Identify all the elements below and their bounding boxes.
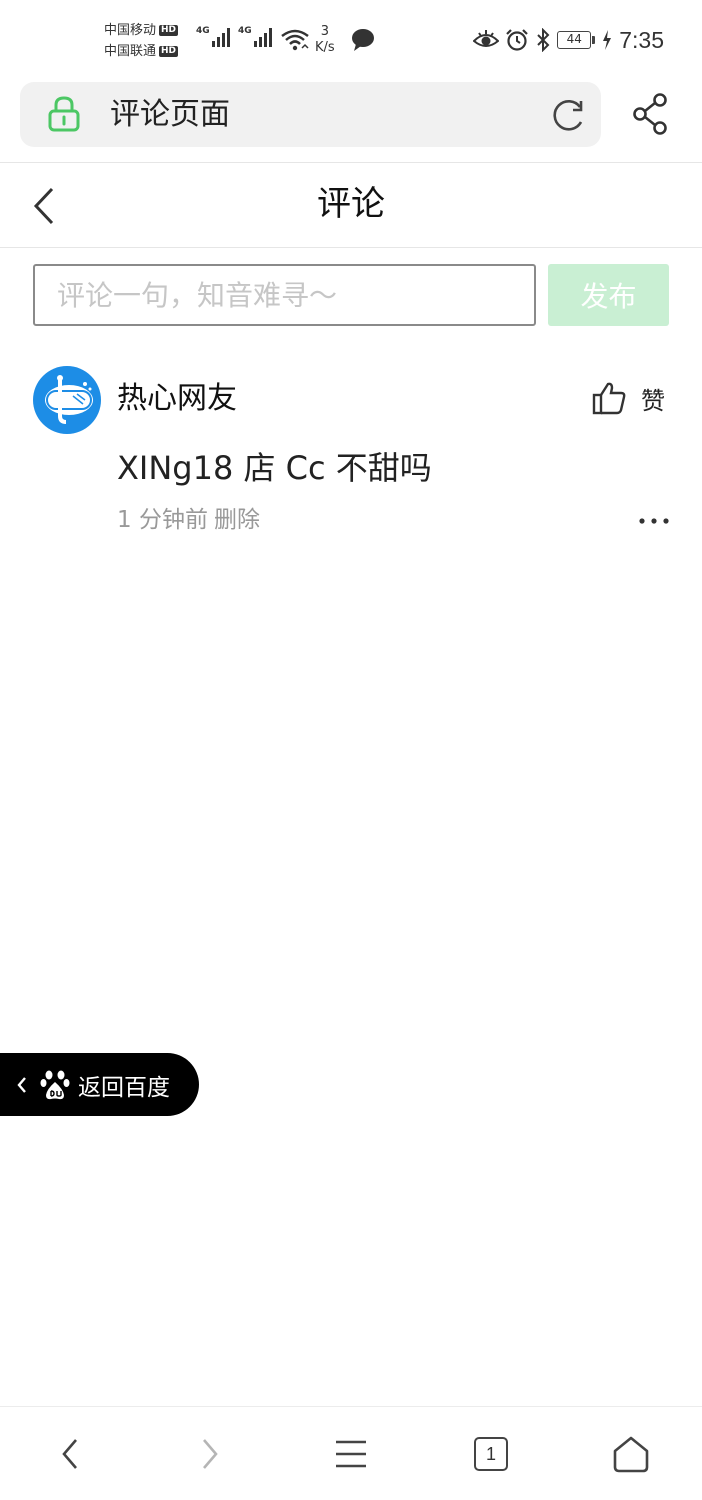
delete-link[interactable]: 删除 — [214, 507, 260, 533]
charging-icon — [603, 30, 612, 50]
tab-count: 1 — [474, 1437, 508, 1471]
comment-text: XINg18 店 Cc 不甜吗 — [117, 449, 432, 487]
net-speed-unit: K/s — [315, 40, 335, 55]
header-divider — [0, 247, 702, 248]
bottom-nav-bar: 1 — [0, 1406, 702, 1500]
status-bar: 中国移动 HD 中国联通 HD 4G 4G 3 K/s 44 7:35 — [0, 0, 702, 78]
reload-icon[interactable] — [550, 97, 588, 133]
avatar-snorkel-icon — [45, 375, 93, 424]
menu-icon — [336, 1440, 366, 1468]
page-title: 评论 — [317, 184, 385, 224]
comment-time: 1 分钟前 — [117, 507, 208, 533]
signal-icon — [211, 28, 230, 47]
network-type-2: 4G — [238, 26, 252, 36]
like-label: 赞 — [641, 386, 665, 415]
address-divider — [0, 162, 702, 163]
hd-badge-1: HD — [159, 25, 179, 36]
thumbs-up-icon — [592, 382, 626, 415]
battery-level: 44 — [557, 31, 592, 49]
nav-back-icon — [62, 1439, 77, 1469]
net-speed: 3 K/s — [315, 24, 335, 56]
carrier-2-name: 中国联通 — [104, 44, 157, 59]
back-to-baidu-label: 返回百度 — [78, 1074, 170, 1101]
wifi-icon — [281, 29, 309, 51]
comment-username[interactable]: 热心网友 — [117, 380, 237, 418]
hd-badge-2: HD — [159, 46, 179, 57]
clock: 7:35 — [619, 26, 664, 53]
lock-icon — [48, 96, 80, 132]
avatar[interactable] — [33, 366, 101, 434]
more-icon[interactable] — [638, 516, 670, 526]
back-to-baidu-button[interactable]: 返回百度 — [0, 1053, 199, 1116]
bluetooth-icon — [537, 28, 550, 52]
comment-input[interactable] — [33, 264, 536, 326]
baidu-paw-icon — [40, 1070, 70, 1099]
status-right-icons: 44 7:35 — [473, 24, 664, 56]
nav-forward-button[interactable] — [185, 1429, 235, 1479]
nav-tabs-button[interactable]: 1 — [466, 1429, 516, 1479]
nav-forward-icon — [203, 1439, 218, 1469]
nav-menu-button[interactable] — [326, 1429, 376, 1479]
signal-2: 4G — [238, 26, 275, 48]
comment-meta: 1 分钟前 删除 — [117, 505, 260, 535]
signal-icon — [253, 28, 272, 47]
like-button[interactable]: 赞 — [591, 380, 665, 416]
share-icon[interactable] — [630, 92, 670, 136]
battery-icon: 44 — [557, 31, 596, 49]
network-type-1: 4G — [196, 26, 210, 36]
net-speed-value: 3 — [320, 24, 329, 39]
nav-back-button[interactable] — [45, 1429, 95, 1479]
signal-1: 4G — [196, 26, 233, 48]
address-bar[interactable]: 评论页面 — [20, 82, 601, 147]
home-icon — [613, 1436, 649, 1473]
alarm-icon — [506, 29, 529, 51]
address-title[interactable]: 评论页面 — [110, 97, 230, 133]
carrier-info: 中国移动 HD 中国联通 HD — [104, 20, 179, 62]
message-icon — [352, 29, 374, 51]
publish-button[interactable]: 发布 — [548, 264, 669, 326]
eye-icon — [473, 30, 500, 47]
nav-home-button[interactable] — [606, 1429, 656, 1479]
carrier-1-name: 中国移动 — [104, 23, 157, 38]
chevron-left-icon — [17, 1076, 26, 1093]
